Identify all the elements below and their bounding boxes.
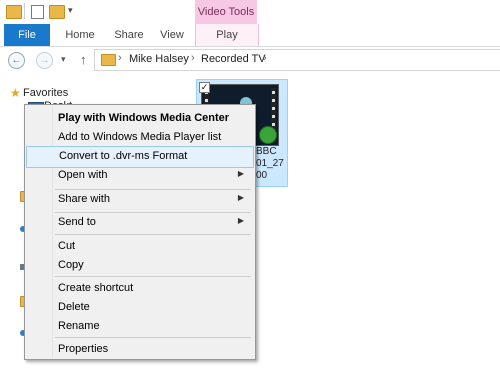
menu-item-label: Convert to .dvr-ms Format	[59, 150, 188, 162]
folder-icon	[101, 54, 116, 66]
favorites-star-icon: ★	[10, 86, 21, 100]
breadcrumb-chevron-icon[interactable]: ›	[118, 52, 122, 64]
menu-item-copy[interactable]: Copy	[26, 255, 254, 277]
context-menu: Play with Windows Media Center Add to Wi…	[24, 104, 256, 360]
back-arrow-icon[interactable]: ←	[8, 52, 25, 69]
file-name: BBC 01_27 00	[256, 146, 286, 182]
menu-item-label: Open with	[58, 169, 108, 181]
item-checkbox[interactable]: ✓	[199, 82, 210, 93]
qat-customize-icon[interactable]: ▾	[68, 5, 73, 16]
menu-item-label: Properties	[58, 343, 109, 355]
properties-icon[interactable]	[31, 5, 44, 19]
menu-separator	[55, 337, 251, 338]
file-name-line: 00	[256, 170, 268, 181]
forward-arrow-icon[interactable]: →	[36, 52, 53, 69]
menu-item-label: Rename	[58, 320, 100, 332]
menu-item-send-to[interactable]: Send to ▶	[26, 212, 254, 234]
file-name-line: 01_27	[256, 158, 284, 169]
tab-file[interactable]: File	[4, 24, 50, 46]
menu-item-label: Copy	[58, 259, 84, 271]
submenu-arrow-icon: ▶	[237, 216, 244, 225]
menu-item-label: Cut	[58, 240, 76, 252]
menu-item-label: Play with Windows Media Center	[58, 112, 230, 124]
menu-item-label: Delete	[58, 301, 90, 313]
breadcrumb-item[interactable]: Recorded TV	[201, 53, 266, 65]
submenu-arrow-icon: ▶	[237, 169, 244, 178]
breadcrumb-chevron-icon[interactable]: ›	[263, 52, 267, 64]
menu-item-open-with[interactable]: Open with ▶	[26, 165, 254, 187]
menu-item-label: Share with	[58, 193, 110, 205]
menu-item-rename[interactable]: Rename	[26, 316, 254, 338]
breadcrumb-item[interactable]: Mike Halsey	[129, 53, 189, 65]
menu-item-properties[interactable]: Properties	[26, 339, 254, 361]
media-center-logo-icon	[259, 126, 277, 144]
tab-play[interactable]: Play	[195, 24, 259, 46]
nav-item-favorites[interactable]: Favorites	[23, 87, 68, 99]
menu-item-label: Create shortcut	[58, 282, 134, 294]
folder-icon	[6, 5, 22, 19]
submenu-arrow-icon: ▶	[237, 193, 244, 202]
menu-item-share-with[interactable]: Share with ▶	[26, 189, 254, 211]
menu-item-label: Send to	[58, 216, 96, 228]
new-folder-icon[interactable]	[49, 5, 65, 19]
recent-locations-chevron-icon[interactable]: ▾	[61, 54, 66, 65]
qat-divider	[24, 3, 25, 19]
tab-view[interactable]: View	[154, 24, 190, 46]
breadcrumb-chevron-icon[interactable]: ›	[191, 52, 195, 64]
menu-separator	[55, 276, 251, 277]
tab-share[interactable]: Share	[106, 24, 152, 46]
menu-separator	[55, 234, 251, 235]
contextual-tab-group-header: Video Tools	[195, 0, 257, 24]
file-name-line: BBC	[256, 146, 277, 157]
menu-item-label: Add to Windows Media Player list	[58, 131, 222, 143]
tab-home[interactable]: Home	[58, 24, 102, 46]
up-arrow-icon[interactable]: ↑	[80, 52, 87, 67]
